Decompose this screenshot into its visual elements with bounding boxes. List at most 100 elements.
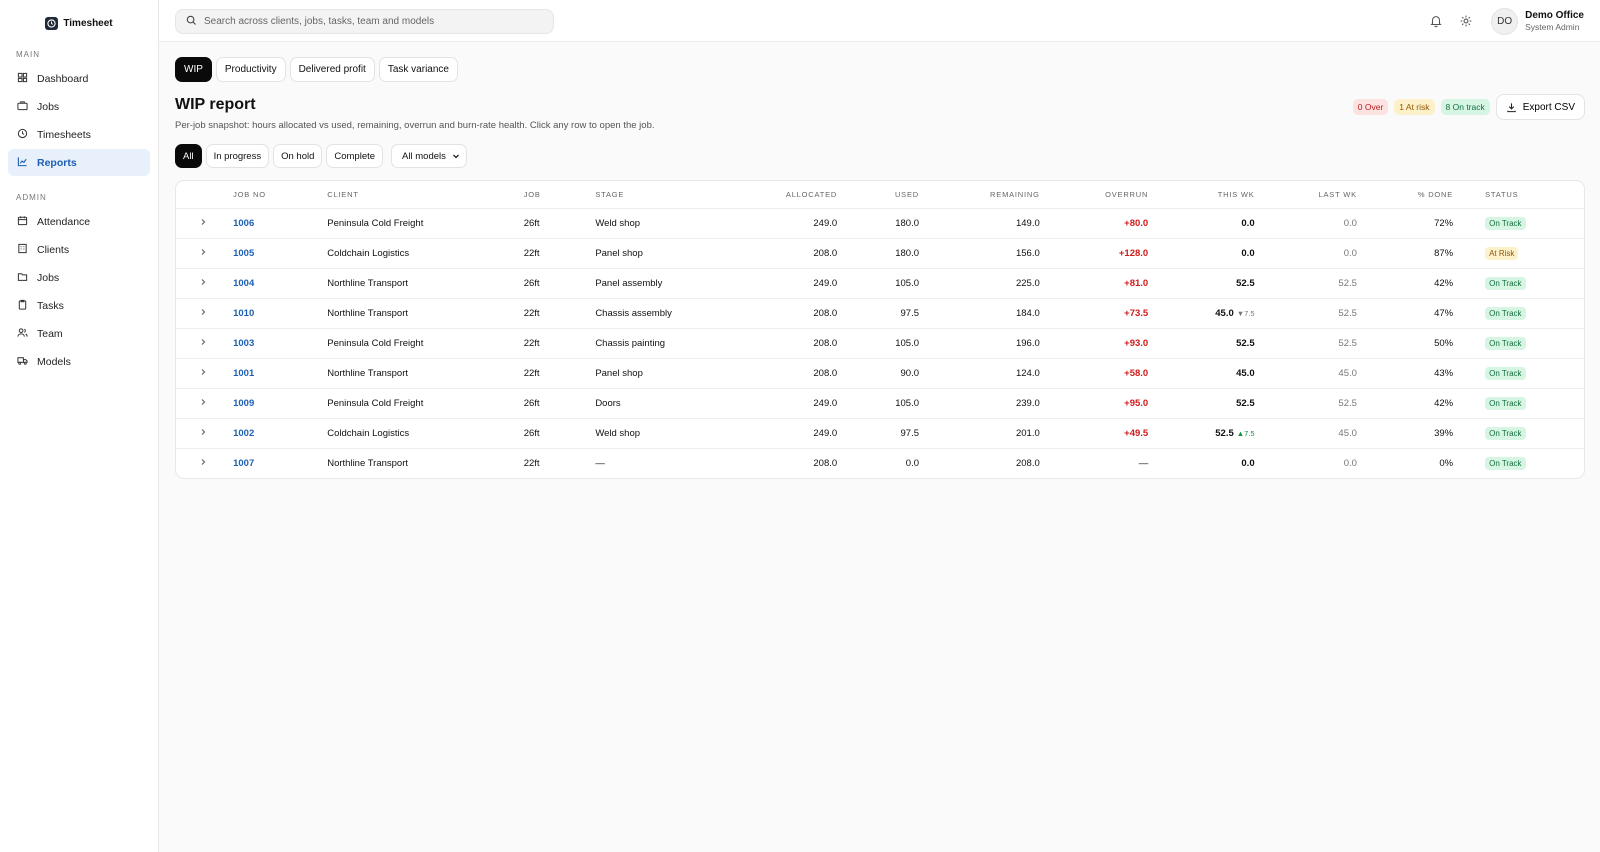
- chevron-right-icon: [201, 248, 205, 255]
- search-box[interactable]: [175, 9, 554, 34]
- sidebar-item-admin-jobs[interactable]: Jobs: [8, 264, 150, 291]
- table-row[interactable]: 1001 Northline Transport 22ft Panel shop 208…: [176, 358, 1584, 389]
- sidebar-item-main-dashboard[interactable]: Dashboard: [8, 65, 150, 92]
- sidebar-item-main-jobs[interactable]: Jobs: [8, 93, 150, 120]
- job-number-link[interactable]: 1010: [233, 308, 254, 319]
- column-header-remaining[interactable]: REMAINING: [927, 181, 1048, 209]
- job-type-cell: 26ft: [523, 217, 540, 229]
- table-row[interactable]: 1002 Coldchain Logistics 26ft Weld shop 249.…: [176, 418, 1584, 449]
- expand-row-button[interactable]: [176, 238, 226, 269]
- status-filters: All In progress On hold Complete All models: [175, 144, 1585, 168]
- overrun-cell: +128.0: [1118, 247, 1149, 259]
- status-badge: On Track: [1485, 456, 1526, 470]
- column-header-used[interactable]: USED: [845, 181, 928, 209]
- job-number-link[interactable]: 1007: [233, 458, 254, 469]
- this-week-cell: 52.5: [1215, 427, 1234, 439]
- filter-in-progress[interactable]: In progress: [205, 144, 270, 168]
- client-cell: Northline Transport: [327, 367, 409, 379]
- remaining-cell: 196.0: [1015, 337, 1040, 349]
- filter-all[interactable]: All: [175, 144, 202, 168]
- table-row[interactable]: 1009 Peninsula Cold Freight 26ft Doors 249.0…: [176, 388, 1584, 419]
- this-week-cell: 52.5: [1236, 337, 1255, 349]
- nav-heading-main: MAIN: [16, 50, 40, 59]
- expand-row-button[interactable]: [176, 298, 226, 329]
- job-number-link[interactable]: 1004: [233, 278, 254, 289]
- job-number-link[interactable]: 1001: [233, 368, 254, 379]
- last-week-cell: 52.5: [1338, 277, 1357, 289]
- brand[interactable]: Timesheet: [0, 0, 158, 42]
- chevron-right-icon: [201, 428, 205, 435]
- search-icon: [186, 15, 197, 29]
- column-header-status[interactable]: STATUS: [1461, 181, 1584, 209]
- table-row[interactable]: 1003 Peninsula Cold Freight 22ft Chassis pa…: [176, 328, 1584, 359]
- sidebar-item-admin-tasks[interactable]: Tasks: [8, 292, 150, 319]
- truck-icon: [17, 355, 28, 369]
- overrun-cell: +49.5: [1124, 427, 1149, 439]
- search-input[interactable]: [204, 16, 544, 27]
- expand-row-button[interactable]: [176, 328, 226, 359]
- job-number-link[interactable]: 1002: [233, 428, 254, 439]
- used-cell: 90.0: [900, 367, 920, 379]
- column-header-job-no[interactable]: JOB NO: [225, 181, 320, 209]
- table-row[interactable]: 1005 Coldchain Logistics 22ft Panel shop 208…: [176, 238, 1584, 269]
- sidebar-item-admin-team[interactable]: Team: [8, 320, 150, 347]
- model-select-value: All models: [402, 150, 446, 162]
- job-number-link[interactable]: 1005: [233, 248, 254, 259]
- job-number-link[interactable]: 1009: [233, 398, 254, 409]
- sidebar-item-label: Jobs: [37, 271, 60, 284]
- table-row[interactable]: 1010 Northline Transport 22ft Chassis assem…: [176, 298, 1584, 329]
- used-cell: 180.0: [895, 217, 920, 229]
- expand-row-button[interactable]: [176, 358, 226, 389]
- sidebar-item-label: Tasks: [37, 299, 64, 312]
- job-number-link[interactable]: 1006: [233, 218, 254, 229]
- sidebar-item-main-reports[interactable]: Reports: [8, 149, 150, 176]
- column-header-last-wk[interactable]: LAST WK: [1262, 181, 1365, 209]
- sidebar-item-admin-attendance[interactable]: Attendance: [8, 208, 150, 235]
- expand-row-button[interactable]: [176, 388, 226, 419]
- last-week-cell: 52.5: [1338, 337, 1357, 349]
- model-select[interactable]: All models: [391, 144, 467, 168]
- table-row[interactable]: 1007 Northline Transport 22ft — 208.0 0.0 208.…: [176, 448, 1584, 478]
- column-header-job[interactable]: JOB: [515, 181, 588, 209]
- status-badge: On Track: [1485, 306, 1526, 320]
- job-number-link[interactable]: 1003: [233, 338, 254, 349]
- export-csv-button[interactable]: Export CSV: [1495, 94, 1585, 120]
- column-header-stage[interactable]: STAGE: [587, 181, 741, 209]
- allocated-cell: 249.0: [813, 277, 838, 289]
- tab-productivity[interactable]: Productivity: [215, 57, 286, 82]
- expand-row-button[interactable]: [176, 418, 226, 449]
- tab-delivered-profit[interactable]: Delivered profit: [289, 57, 375, 82]
- client-cell: Peninsula Cold Freight: [327, 217, 424, 229]
- remaining-cell: 184.0: [1015, 307, 1040, 319]
- client-cell: Northline Transport: [327, 307, 409, 319]
- overrun-cell: +93.0: [1124, 337, 1149, 349]
- column-header-allocated[interactable]: ALLOCATED: [740, 181, 846, 209]
- table-row[interactable]: 1004 Northline Transport 26ft Panel assembl…: [176, 268, 1584, 299]
- expand-row-button[interactable]: [176, 268, 226, 299]
- column-header-overrun[interactable]: OVERRUN: [1047, 181, 1157, 209]
- notifications-button[interactable]: [1421, 6, 1451, 36]
- tab-wip[interactable]: WIP: [175, 57, 212, 82]
- this-week-cell: 52.5: [1236, 277, 1255, 289]
- column-header-client[interactable]: CLIENT: [319, 181, 516, 209]
- expand-row-button[interactable]: [176, 448, 225, 478]
- sidebar: Timesheet MAIN Dashboard Jobs Timesheets Re…: [0, 0, 159, 852]
- sidebar-item-admin-clients[interactable]: Clients: [8, 236, 150, 263]
- client-cell: Coldchain Logistics: [327, 427, 410, 439]
- filter-on-hold[interactable]: On hold: [273, 144, 323, 168]
- user-menu[interactable]: DO Demo Office System Admin: [1491, 7, 1584, 35]
- status-badge: On Track: [1485, 366, 1526, 380]
- this-week-cell: 45.0: [1215, 307, 1234, 319]
- filter-complete[interactable]: Complete: [326, 144, 384, 168]
- trend-down-badge: ▼7.5: [1236, 308, 1255, 318]
- table-row[interactable]: 1006 Peninsula Cold Freight 26ft Weld shop 2…: [176, 208, 1584, 239]
- column-header-this-wk[interactable]: THIS WK: [1156, 181, 1263, 209]
- column-header-done[interactable]: % DONE: [1364, 181, 1462, 209]
- client-cell: Northline Transport: [327, 277, 409, 289]
- settings-button[interactable]: [1451, 6, 1481, 36]
- sidebar-item-main-timesheets[interactable]: Timesheets: [8, 121, 150, 148]
- sidebar-item-admin-models[interactable]: Models: [8, 348, 150, 375]
- tab-task-variance[interactable]: Task variance: [378, 57, 458, 82]
- sidebar-item-label: Attendance: [37, 215, 91, 228]
- expand-row-button[interactable]: [176, 208, 226, 239]
